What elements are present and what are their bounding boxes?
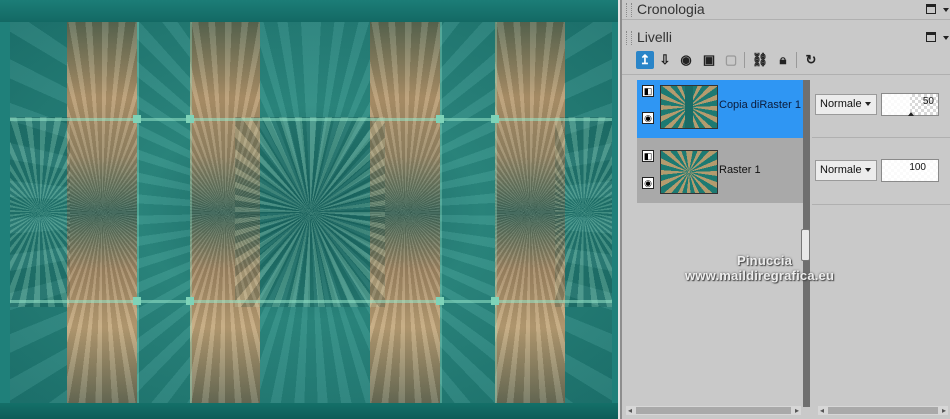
artwork-vertical-line [137,22,139,403]
layers-horizontal-scrollbar[interactable]: ◂ ▸ [626,406,801,415]
artwork-vertical-line [190,22,192,403]
window-icon[interactable] [926,32,936,42]
opacity-value: 50 [922,96,934,107]
artwork-horizontal-line [10,118,612,121]
blend-mode-select[interactable]: Normale [815,94,877,115]
artwork-ray-burst [555,117,612,307]
layer-type-icon[interactable]: ◧ [642,150,654,162]
scroll-left-icon[interactable]: ◂ [818,406,826,415]
layer-row-raster-1[interactable]: ◧ ◉ Raster 1 [637,138,810,203]
opacity-fill [882,94,910,115]
layer-thumbnail-icon[interactable] [660,150,718,194]
image-canvas[interactable] [0,0,620,419]
eye-icon[interactable]: ◉ [642,177,654,189]
side-panel: Cronologia Livelli ↥ ⇩ ◉ ▣ ▢ ⛓ 🔒︎ ↻ ◧ ◉ … [622,0,950,419]
layers-column-splitter[interactable] [801,80,810,407]
opacity-slider[interactable]: 50 [881,93,939,116]
layer-properties-row: Normale 50 [812,80,950,145]
watermark-author: Pinuccia [737,253,793,268]
artwork-ray-burst [10,117,70,307]
layer-name[interactable]: Raster 1 [719,164,761,176]
delete-mask-icon[interactable]: ▢ [722,51,740,69]
chevron-down-icon[interactable] [865,102,871,106]
artwork-grid-node [133,115,141,123]
scrollbar-thumb[interactable] [828,407,938,414]
artwork-grid-node [491,297,499,305]
artwork-grid-node [436,297,444,305]
artwork-vertical-line [440,22,442,403]
new-layer-icon[interactable]: ↥ [636,51,654,69]
layer-name[interactable]: Copia diRaster 1 [719,99,801,111]
window-icon[interactable] [926,4,936,14]
eye-icon[interactable]: ◉ [642,112,654,124]
artwork-vertical-line [495,22,497,403]
artwork-panel-strip [67,22,137,403]
artwork-grid-node [133,297,141,305]
layer-properties-row: Normale 100 [812,138,950,203]
artwork-image[interactable] [0,0,618,419]
layers-palette-header[interactable]: Livelli [622,28,950,50]
artwork-top-band [0,0,618,22]
watermark-url: www.maildiregrafica.eu [685,268,835,283]
artwork-ray-burst [235,117,385,307]
palette-menu-arrow-icon[interactable] [943,8,949,12]
layer-properties-column: Normale 50 Normale 100 [812,80,950,404]
artwork-grid-node [436,115,444,123]
history-palette-title: Cronologia [637,1,705,17]
toolbar-separator [744,52,745,68]
toolbar-separator [796,52,797,68]
opacity-value: 100 [909,162,926,173]
blend-mode-value: Normale [820,164,862,176]
scroll-right-icon[interactable]: ▸ [793,406,801,415]
splitter-grip[interactable] [801,229,810,261]
merge-down-icon[interactable]: ⇩ [656,51,674,69]
blend-mode-select[interactable]: Normale [815,160,877,181]
layer-thumbnail-icon[interactable] [660,85,718,129]
lock-icon[interactable]: 🔒︎ [774,51,792,69]
opacity-slider[interactable]: 100 [881,159,939,182]
chevron-down-icon[interactable] [865,168,871,172]
artwork-grid-node [186,297,194,305]
grip-icon[interactable] [626,3,632,17]
blend-mode-value: Normale [820,98,862,110]
grip-icon[interactable] [626,31,632,45]
scrollbar-thumb[interactable] [636,407,791,414]
properties-horizontal-scrollbar[interactable]: ◂ ▸ [818,406,948,415]
artwork-field [10,22,612,403]
opacity-marker[interactable] [908,112,914,116]
artwork-bottom-band [0,403,618,419]
artwork-horizontal-line [10,300,612,303]
artwork-grid-node [491,115,499,123]
row-separator [812,204,950,205]
layer-mask-icon[interactable]: ▣ [700,51,718,69]
palette-separator [622,19,950,20]
row-separator [812,137,950,138]
scroll-left-icon[interactable]: ◂ [626,406,634,415]
visibility-icon[interactable]: ◉ [677,51,695,69]
palette-separator [622,74,950,75]
layer-type-icon[interactable]: ◧ [642,85,654,97]
scroll-right-icon[interactable]: ▸ [940,406,948,415]
link-icon[interactable]: ⛓ [751,51,769,69]
refresh-icon[interactable]: ↻ [802,51,820,69]
artwork-grid-node [186,115,194,123]
layer-row-copia-diraster-1[interactable]: ◧ ◉ Copia diRaster 1 [637,80,810,145]
palette-menu-arrow-icon[interactable] [943,36,949,40]
layers-palette-title: Livelli [637,29,673,45]
